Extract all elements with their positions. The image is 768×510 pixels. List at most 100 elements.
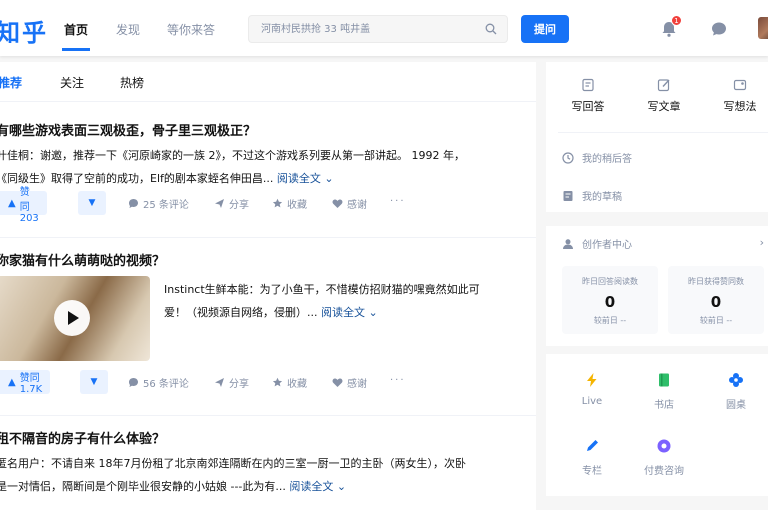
stat-value: 0	[710, 293, 722, 311]
stat-compare: 较前日 --	[593, 316, 627, 325]
drafts-link[interactable]: 我的草稿	[562, 188, 622, 203]
flower-icon	[729, 373, 743, 387]
feed-tab-follow[interactable]: 关注	[60, 74, 84, 91]
clock-icon	[562, 151, 574, 164]
draft-icon	[563, 190, 573, 201]
comment-label: 56 条评论	[143, 379, 189, 390]
favorite-button[interactable]: 收藏	[272, 375, 307, 390]
triangle-up-icon: ▲	[8, 197, 16, 209]
write-idea-button[interactable]: 写想法	[710, 78, 768, 114]
tools-panel: Live 书店 圆桌 专栏 付费咨询	[546, 354, 768, 496]
chevron-down-icon[interactable]: ⌄	[321, 172, 333, 185]
nav-tab-waiting[interactable]: 等你来答	[167, 21, 215, 38]
heart-icon	[332, 199, 343, 208]
feed-tab-hot[interactable]: 热榜	[120, 74, 144, 91]
answer-excerpt[interactable]: Instinct生鲜本能：为了小鱼干，不惜模仿招财猫的嘿竟然如此可 爱！（视频源…	[164, 278, 536, 324]
feed-panel: 推荐 关注 热榜 有哪些游戏表面三观极歪，骨子里三观极正？ 叶佳桐：谢邀，推荐一…	[0, 62, 536, 510]
chevron-down-icon[interactable]: ⌄	[365, 306, 377, 319]
later-answers-link[interactable]: 我的稍后答	[562, 150, 632, 165]
book-icon	[659, 373, 669, 387]
thanks-button[interactable]: 感谢	[332, 196, 367, 211]
top-header: 知乎 首页 发现 等你来答 提问 1	[0, 0, 768, 56]
favorite-button[interactable]: 收藏	[272, 196, 307, 211]
tool-paid-consult[interactable]: 付费咨询	[634, 438, 694, 477]
downvote-button[interactable]: ▼	[78, 191, 106, 215]
read-more-link[interactable]: 阅读全文	[321, 306, 365, 319]
active-tab-indicator	[62, 48, 90, 51]
notification-badge: 1	[671, 15, 682, 26]
comment-button[interactable]: 56 条评论	[128, 375, 189, 390]
upvote-button[interactable]: ▲ 赞同 203	[0, 187, 47, 224]
triangle-up-icon: ▲	[8, 376, 16, 388]
question-title[interactable]: 你家猫有什么萌萌哒的视频？	[0, 250, 165, 269]
write-idea-label: 写想法	[723, 100, 757, 113]
user-avatar[interactable]	[758, 17, 768, 39]
video-thumbnail[interactable]	[0, 276, 150, 361]
pen-icon	[657, 79, 670, 92]
write-panel: 写回答 写文章 写想法 我的稍后答 我的草稿	[546, 62, 768, 212]
read-more-link[interactable]: 阅读全文	[277, 172, 321, 185]
message-icon[interactable]	[710, 20, 728, 38]
read-more-link[interactable]: 阅读全文	[289, 480, 333, 493]
upvote-label: 赞同 203	[19, 186, 39, 224]
nav-tab-home[interactable]: 首页	[64, 21, 88, 38]
search-icon[interactable]	[485, 23, 497, 35]
comment-label: 25 条评论	[143, 200, 189, 211]
nav-tab-discover[interactable]: 发现	[116, 21, 140, 38]
thanks-label: 感谢	[347, 200, 367, 211]
creator-center-link[interactable]: 创作者中心	[562, 236, 632, 251]
feed-card: 租不隔音的房子有什么体验？ 匿名用户：不请自来 18年7月份租了北京南郊连隔断在…	[0, 416, 536, 510]
more-icon[interactable]: ···	[390, 196, 406, 207]
tool-label: 付费咨询	[644, 466, 684, 477]
thanks-button[interactable]: 感谢	[332, 375, 367, 390]
favorite-label: 收藏	[287, 200, 307, 211]
answer-excerpt[interactable]: 匿名用户：不请自来 18年7月份租了北京南郊连隔断在内的三室一厨一卫的主卧（两女…	[0, 452, 536, 498]
stat-card[interactable]: 昨日回答阅读数 0 较前日 --	[562, 266, 658, 334]
heart-icon	[332, 378, 343, 387]
play-icon[interactable]	[54, 300, 90, 336]
creator-center-panel: 创作者中心 › 昨日回答阅读数 0 较前日 -- 昨日获得赞同数 0 较前日 -…	[546, 226, 768, 346]
tool-label: 圆桌	[726, 400, 746, 411]
search-box[interactable]	[248, 15, 508, 43]
stat-compare: 较前日 --	[699, 316, 733, 325]
write-article-button[interactable]: 写文章	[634, 78, 694, 114]
tool-column[interactable]: 专栏	[562, 438, 622, 477]
share-label: 分享	[229, 379, 249, 390]
feed-tabs: 推荐 关注 热榜	[0, 62, 536, 102]
tool-bookstore[interactable]: 书店	[634, 372, 694, 411]
search-input[interactable]	[261, 16, 481, 42]
comment-button[interactable]: 25 条评论	[128, 196, 189, 211]
pencil-icon	[587, 440, 598, 451]
tool-live[interactable]: Live	[562, 372, 622, 407]
write-answer-label: 写回答	[571, 100, 605, 113]
tool-label: Live	[581, 396, 603, 407]
chevron-right-icon[interactable]: ›	[760, 236, 764, 249]
thanks-label: 感谢	[347, 379, 367, 390]
chevron-down-icon[interactable]: ⌄	[333, 480, 346, 493]
comment-icon	[129, 199, 138, 208]
share-label: 分享	[229, 200, 249, 211]
upvote-button[interactable]: ▲ 赞同 1.7K	[0, 370, 51, 395]
more-icon[interactable]: ···	[390, 375, 406, 386]
feed-tab-recommend[interactable]: 推荐	[0, 74, 22, 91]
share-button[interactable]: 分享	[214, 196, 249, 211]
stat-label: 昨日回答阅读数	[582, 277, 638, 286]
question-title[interactable]: 有哪些游戏表面三观极歪，骨子里三观极正？	[0, 120, 256, 139]
downvote-button[interactable]: ▼	[80, 370, 108, 394]
stat-card[interactable]: 昨日获得赞同数 0 较前日 --	[668, 266, 764, 334]
share-button[interactable]: 分享	[214, 375, 249, 390]
tool-roundtable[interactable]: 圆桌	[706, 372, 766, 411]
person-icon	[563, 238, 573, 249]
write-answer-button[interactable]: 写回答	[558, 78, 618, 114]
excerpt-line: 《同级生》取得了空前的成功，Elf的剧本家蛭名伸田昌...	[0, 172, 274, 185]
star-icon	[272, 198, 283, 208]
comment-icon	[129, 378, 138, 387]
tool-label: 专栏	[582, 466, 602, 477]
excerpt-line: 是一对情侣，隔断间是个刚毕业很安静的小姑娘 ---此为有...	[0, 480, 286, 493]
answer-excerpt[interactable]: 叶佳桐：谢邀，推荐一下《河原崎家的一族 2》，不过这个游戏系列要从第一部讲起。 …	[0, 144, 536, 190]
ask-button[interactable]: 提问	[521, 15, 569, 43]
excerpt-line: 爱！（视频源自网络，侵删）...	[164, 306, 318, 319]
zhihu-logo[interactable]: 知乎	[0, 13, 48, 48]
question-title[interactable]: 租不隔音的房子有什么体验？	[0, 428, 165, 447]
excerpt-line: 匿名用户：不请自来 18年7月份租了北京南郊连隔断在内的三室一厨一卫的主卧（两女…	[0, 457, 466, 470]
